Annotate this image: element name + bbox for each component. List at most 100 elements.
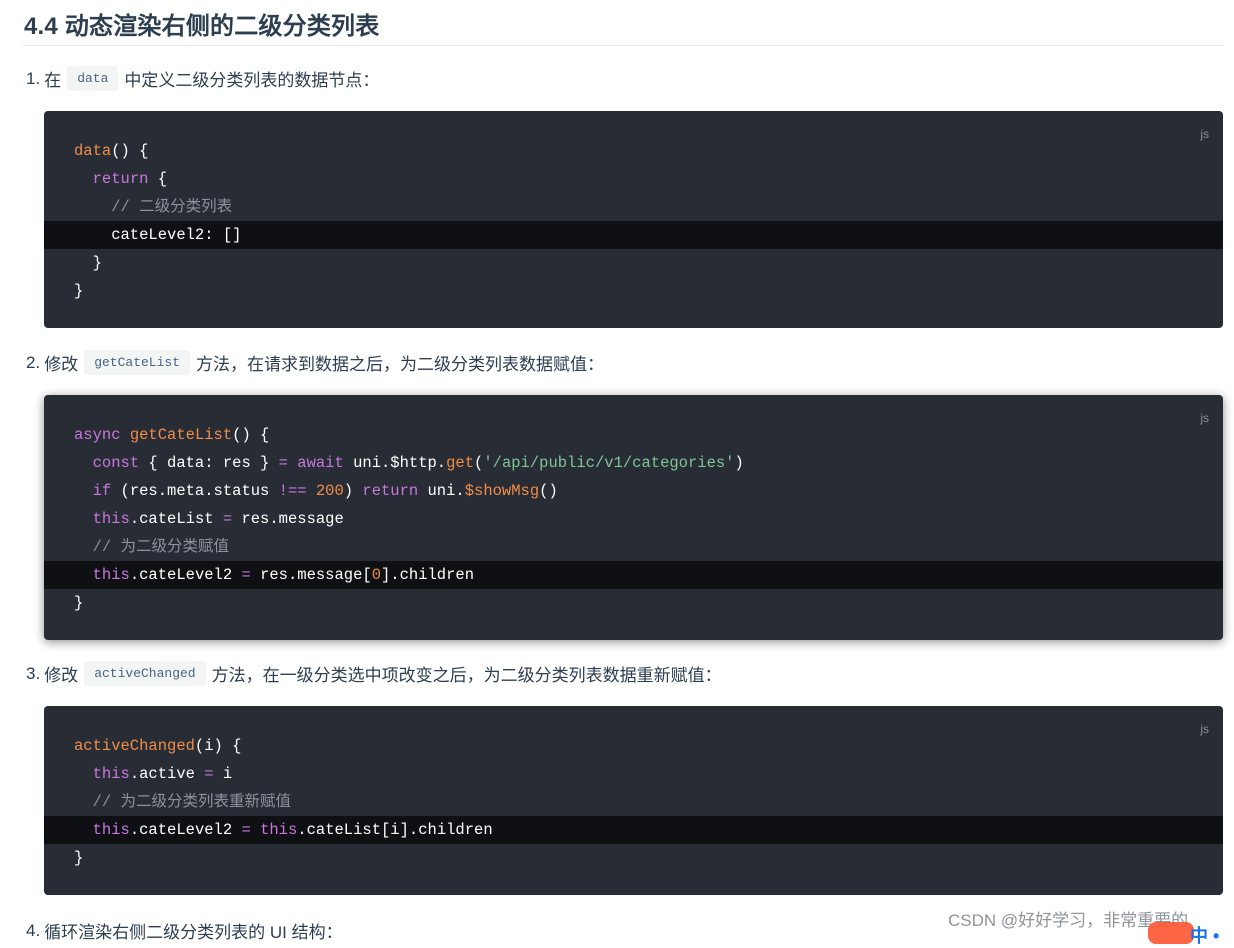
code-lines: async getCateList() { const { data: res … [44,421,1223,617]
step-number: 3. [26,663,41,683]
csdn-logo-icon [1148,922,1194,944]
code-token: async [74,426,121,444]
code-line: } [44,249,1223,277]
step-number: 4. [26,920,41,940]
code-line: // 为二级分类列表重新赋值 [44,788,1223,816]
code-token: uni.$http. [343,454,447,472]
step-text-before: 修改 [44,666,79,685]
code-token: (i) { [194,737,242,755]
code-token: // 为二级分类赋值 [92,538,230,556]
code-token: 200 [315,482,344,500]
code-token: return [92,170,149,188]
code-line: // 为二级分类赋值 [44,533,1223,561]
inline-code: getCateList [84,350,191,375]
code-line: this.cateList = res.message [44,505,1223,533]
step-text-before: 修改 [44,355,79,374]
code-token: $showMsg [464,482,540,500]
code-token: .cateLevel2 [129,821,242,839]
code-token: await [297,454,344,472]
code-token: get [446,454,475,472]
code-token: getCateList [129,426,233,444]
code-token: = [222,510,233,528]
code-token: this [260,821,298,839]
step-2: 2. 修改 getCateList 方法，在请求到数据之后，为二级分类列表数据赋… [26,350,604,375]
section-heading: 4.4 动态渲染右侧的二级分类列表 [24,13,380,40]
step-text-after: 方法，在一级分类选中项改变之后，为二级分类列表数据重新赋值： [211,666,722,685]
code-token: 0 [371,566,381,584]
code-token: const [92,454,140,472]
code-token: .active [129,765,205,783]
highlighted-code-line: this.cateLevel2 = res.message[0].childre… [44,561,1223,589]
code-block-activechanged: js activeChanged(i) { this.active = i //… [44,706,1223,895]
code-token: = [241,566,251,584]
highlighted-code-line: cateLevel2: [] [44,221,1223,249]
code-line: data() { [44,137,1223,165]
code-line: } [44,844,1223,872]
code-token: .cateLevel2 [129,566,242,584]
code-line: async getCateList() { [44,421,1223,449]
code-token: = [278,454,288,472]
code-token: i [213,765,233,783]
code-token: '/api/public/v1/categories' [483,454,735,472]
code-line: activeChanged(i) { [44,732,1223,760]
step-4: 4. 循环渲染右侧二级分类列表的 UI 结构： [26,918,343,943]
code-token: () { [111,142,149,160]
highlighted-code-line: this.cateLevel2 = this.cateList[i].child… [44,816,1223,844]
step-3: 3. 修改 activeChanged 方法，在一级分类选中项改变之后，为二级分… [26,661,722,686]
code-line: this.active = i [44,760,1223,788]
code-token: res.message [232,510,344,528]
code-token: return [362,482,419,500]
code-token: = [204,765,214,783]
code-lines: data() { return { // 二级分类列表 cateLevel2: … [44,137,1223,305]
code-line: // 二级分类列表 [44,193,1223,221]
step-text-after: 方法，在请求到数据之后，为二级分类列表数据赋值： [196,355,605,374]
code-token: ) [734,454,744,472]
code-token: .cateList[i].children [297,821,493,839]
code-token: this [92,566,130,584]
code-token: this [92,765,130,783]
code-token: res.message[ [250,566,372,584]
code-token: uni. [418,482,465,500]
language-switch-icon[interactable]: 中 • [1190,922,1219,948]
code-line: } [44,589,1223,617]
code-line: return { [44,165,1223,193]
code-token: !== [278,482,307,500]
code-block-data: js data() { return { // 二级分类列表 cateLevel… [44,111,1223,328]
step-1: 1. 在 data 中定义二级分类列表的数据节点： [26,66,379,91]
code-token: (res.meta.status [111,482,279,500]
code-token: { [148,170,168,188]
code-token: this [92,821,130,839]
code-token: // 为二级分类列表重新赋值 [92,793,292,811]
code-token: } [74,594,84,612]
code-token: data [74,142,112,160]
code-line: } [44,277,1223,305]
code-token: () { [232,426,270,444]
step-text: 循环渲染右侧二级分类列表的 UI 结构： [44,923,343,942]
code-token: activeChanged [74,737,195,755]
step-text-before: 在 [44,71,62,90]
code-token: if [92,482,112,500]
step-number: 1. [26,68,41,88]
step-text-after: 中定义二级分类列表的数据节点： [124,71,380,90]
code-token: = [241,821,251,839]
step-number: 2. [26,352,41,372]
inline-code: activeChanged [84,661,206,686]
code-token: ( [474,454,484,472]
code-token: } [74,282,84,300]
code-token: .cateList [129,510,223,528]
code-block-getcatelist: js async getCateList() { const { data: r… [44,395,1223,640]
code-token: ].children [381,566,475,584]
article-page: 4.4 动态渲染右侧的二级分类列表 1. 在 data 中定义二级分类列表的数据… [0,0,1234,946]
